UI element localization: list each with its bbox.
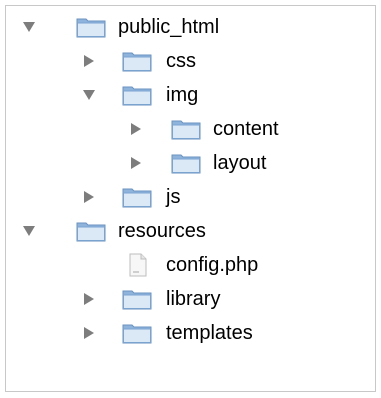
disclosure-expanded-icon[interactable] bbox=[81, 87, 97, 103]
disclosure-collapsed-icon[interactable] bbox=[81, 325, 97, 341]
disclosure-collapsed-icon[interactable] bbox=[81, 291, 97, 307]
tree-item-label: layout bbox=[213, 152, 267, 174]
tree-row-js[interactable]: js bbox=[6, 182, 375, 212]
folder-icon bbox=[76, 18, 106, 38]
disclosure-collapsed-icon[interactable] bbox=[128, 155, 144, 171]
folder-icon bbox=[122, 52, 152, 72]
folder-icon bbox=[122, 290, 152, 310]
disclosure-expanded-icon[interactable] bbox=[21, 223, 37, 239]
tree-item-label: config.php bbox=[166, 254, 259, 276]
tree-item-label: content bbox=[213, 118, 279, 140]
folder-icon bbox=[122, 188, 152, 208]
tree-row-layout[interactable]: layout bbox=[6, 148, 375, 178]
tree-row-content[interactable]: content bbox=[6, 114, 375, 144]
disclosure-collapsed-icon[interactable] bbox=[128, 121, 144, 137]
tree-row-resources[interactable]: resources bbox=[6, 216, 375, 246]
tree-item-label: resources bbox=[118, 220, 206, 242]
tree-row-img[interactable]: img bbox=[6, 80, 375, 110]
folder-icon bbox=[171, 154, 201, 174]
disclosure-expanded-icon[interactable] bbox=[21, 19, 37, 35]
tree-item-label: js bbox=[166, 186, 181, 208]
tree-item-label: templates bbox=[166, 322, 253, 344]
tree-row-templates[interactable]: templates bbox=[6, 318, 375, 348]
tree-item-label: public_html bbox=[118, 16, 220, 38]
tree-row-public-html[interactable]: public_html bbox=[6, 12, 375, 42]
file-icon bbox=[129, 253, 147, 277]
tree-row-css[interactable]: css bbox=[6, 46, 375, 76]
folder-icon bbox=[171, 120, 201, 140]
tree-row-library[interactable]: library bbox=[6, 284, 375, 314]
disclosure-collapsed-icon[interactable] bbox=[81, 189, 97, 205]
tree-item-label: img bbox=[166, 84, 199, 106]
tree-item-label: css bbox=[166, 50, 196, 72]
tree-item-label: library bbox=[166, 288, 221, 310]
folder-icon bbox=[76, 222, 106, 242]
folder-icon bbox=[122, 86, 152, 106]
folder-icon bbox=[122, 324, 152, 344]
tree-row-config-php[interactable]: config.php bbox=[6, 250, 375, 280]
file-tree: public_html css img content layout js re… bbox=[5, 5, 376, 392]
disclosure-collapsed-icon[interactable] bbox=[81, 53, 97, 69]
